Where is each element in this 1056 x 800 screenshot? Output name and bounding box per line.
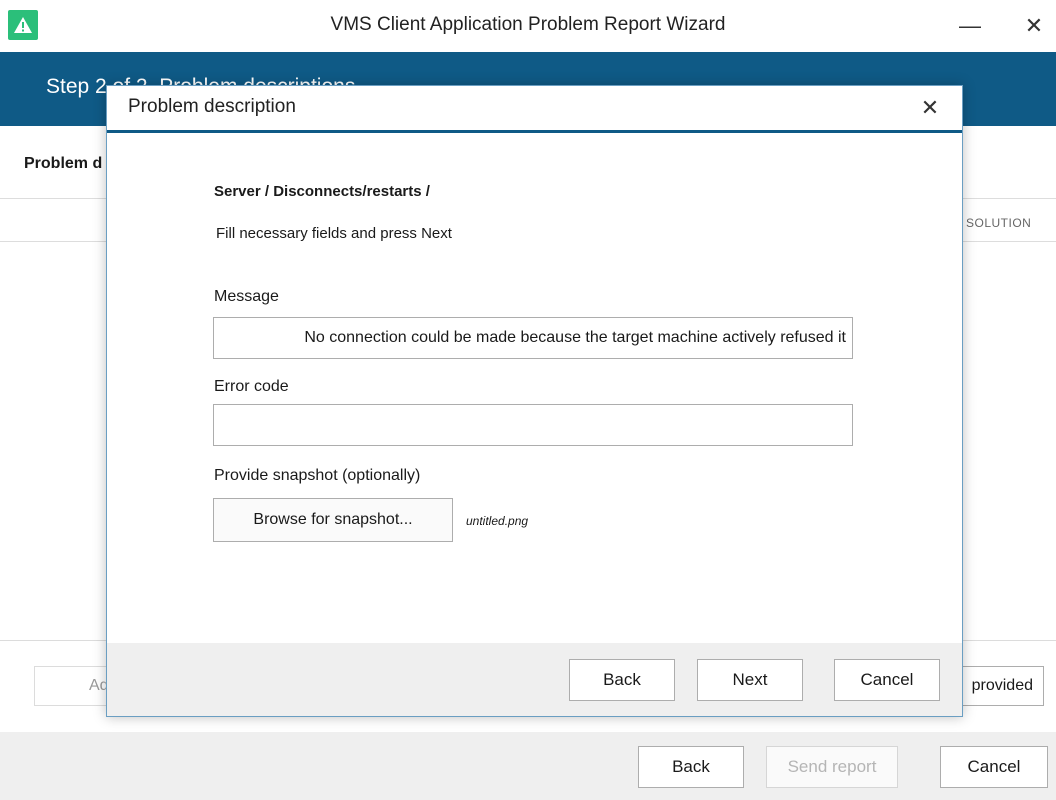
wizard-back-button[interactable]: Back [638,746,744,788]
problem-section-label: Problem d [24,155,103,172]
dialog-back-button[interactable]: Back [569,659,675,701]
dialog-title: Problem description [128,96,296,117]
dialog-close-button[interactable]: ✕ [910,90,950,126]
problem-description-dialog: Problem description ✕ Server / Disconnec… [106,85,963,717]
message-label: Message [214,288,279,305]
close-window-button[interactable]: ✕ [1012,10,1056,42]
message-field[interactable]: No connection could be made because the … [213,317,853,359]
wizard-cancel-button[interactable]: Cancel [940,746,1048,788]
snapshot-label: Provide snapshot (optionally) [214,467,421,484]
close-icon: ✕ [1024,13,1044,38]
minimize-icon: — [959,13,981,38]
error-code-label: Error code [214,378,289,395]
browse-snapshot-button[interactable]: Browse for snapshot... [213,498,453,542]
send-report-button[interactable]: Send report [766,746,898,788]
problem-breadcrumb: Server / Disconnects/restarts / [214,183,430,200]
snapshot-filename: untitled.png [466,514,529,528]
dialog-cancel-button[interactable]: Cancel [834,659,940,701]
minimize-button[interactable]: — [948,10,992,42]
solution-column-header: SOLUTION [966,216,1032,230]
close-icon: ✕ [920,95,940,120]
error-code-field[interactable] [213,404,853,446]
dialog-next-button[interactable]: Next [697,659,803,701]
window-title: VMS Client Application Problem Report Wi… [330,14,726,35]
instruction-text: Fill necessary fields and press Next [216,225,452,242]
